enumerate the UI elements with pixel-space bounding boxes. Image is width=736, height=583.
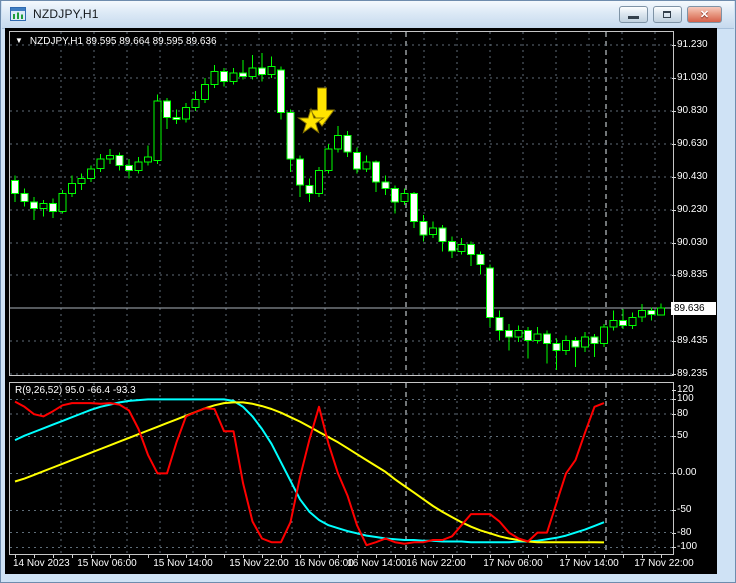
caption-buttons: ✕ <box>619 6 722 23</box>
close-button[interactable]: ✕ <box>687 6 722 23</box>
price-axis-label: 89.835 <box>677 269 708 281</box>
time-axis-label: 16 Nov 06:00 <box>294 558 354 570</box>
indicator-label: R(9,26,52) 95.0 -66.4 -93.3 <box>15 385 136 396</box>
indicator-axis-label: -80 <box>677 527 691 539</box>
price-axis-label: 91.030 <box>677 72 708 84</box>
indicator-axis-label: -50 <box>677 504 691 516</box>
close-icon: ✕ <box>688 8 721 21</box>
time-axis-label: 17 Nov 14:00 <box>559 558 619 570</box>
price-axis-label: 90.830 <box>677 105 708 117</box>
chevron-down-icon[interactable]: ▼ <box>15 36 23 45</box>
current-price-tag: 89.636 <box>671 302 716 315</box>
price-axis-label: 90.630 <box>677 138 708 150</box>
minimize-icon <box>628 16 639 19</box>
price-axis-label: 89.235 <box>677 368 708 380</box>
restore-icon <box>663 11 671 18</box>
time-axis-label: 14 Nov 2023 <box>13 558 70 570</box>
restore-button[interactable] <box>653 6 682 23</box>
indicator-axis-label: -100 <box>677 541 697 553</box>
minimize-button[interactable] <box>619 6 648 23</box>
symbol-ohlc-header: ▼ NZDJPY,H1 89.595 89.664 89.595 89.636 <box>15 36 217 47</box>
price-axis-label: 90.030 <box>677 237 708 249</box>
time-axis-label: 15 Nov 14:00 <box>153 558 213 570</box>
price-axis-label: 89.435 <box>677 335 708 347</box>
down-arrow-star-annotation <box>299 88 334 133</box>
ohlc-text: NZDJPY,H1 89.595 89.664 89.595 89.636 <box>30 36 217 47</box>
time-axis-ticks <box>9 555 674 559</box>
window-title: NZDJPY,H1 <box>33 7 99 21</box>
indicator-axis-label: 100 <box>677 393 694 405</box>
chart-window-icon <box>10 6 26 22</box>
chart-client-area: ▼ NZDJPY,H1 89.595 89.664 89.595 89.636 R… <box>5 28 717 574</box>
time-axis-label: 17 Nov 22:00 <box>634 558 694 570</box>
time-axis-label: 16 Nov 14:00 <box>347 558 407 570</box>
indicator-axis-label: 50 <box>677 430 688 442</box>
time-axis-label: 17 Nov 06:00 <box>483 558 543 570</box>
price-axis-label: 90.230 <box>677 204 708 216</box>
indicator-axis-label: 0.00 <box>677 467 696 479</box>
indicator-canvas[interactable] <box>9 382 674 555</box>
chart-window: NZDJPY,H1 ✕ ▼ NZDJPY,H1 89.595 89.664 89.… <box>0 0 736 583</box>
price-chart-canvas[interactable] <box>9 31 674 376</box>
price-axis-label: 91.230 <box>677 39 708 51</box>
time-axis-label: 15 Nov 22:00 <box>229 558 289 570</box>
time-axis-label: 15 Nov 06:00 <box>77 558 137 570</box>
indicator-axis-label: 80 <box>677 408 688 420</box>
price-axis-label: 90.430 <box>677 171 708 183</box>
title-bar[interactable]: NZDJPY,H1 ✕ <box>2 1 734 29</box>
time-axis-label: 16 Nov 22:00 <box>406 558 466 570</box>
